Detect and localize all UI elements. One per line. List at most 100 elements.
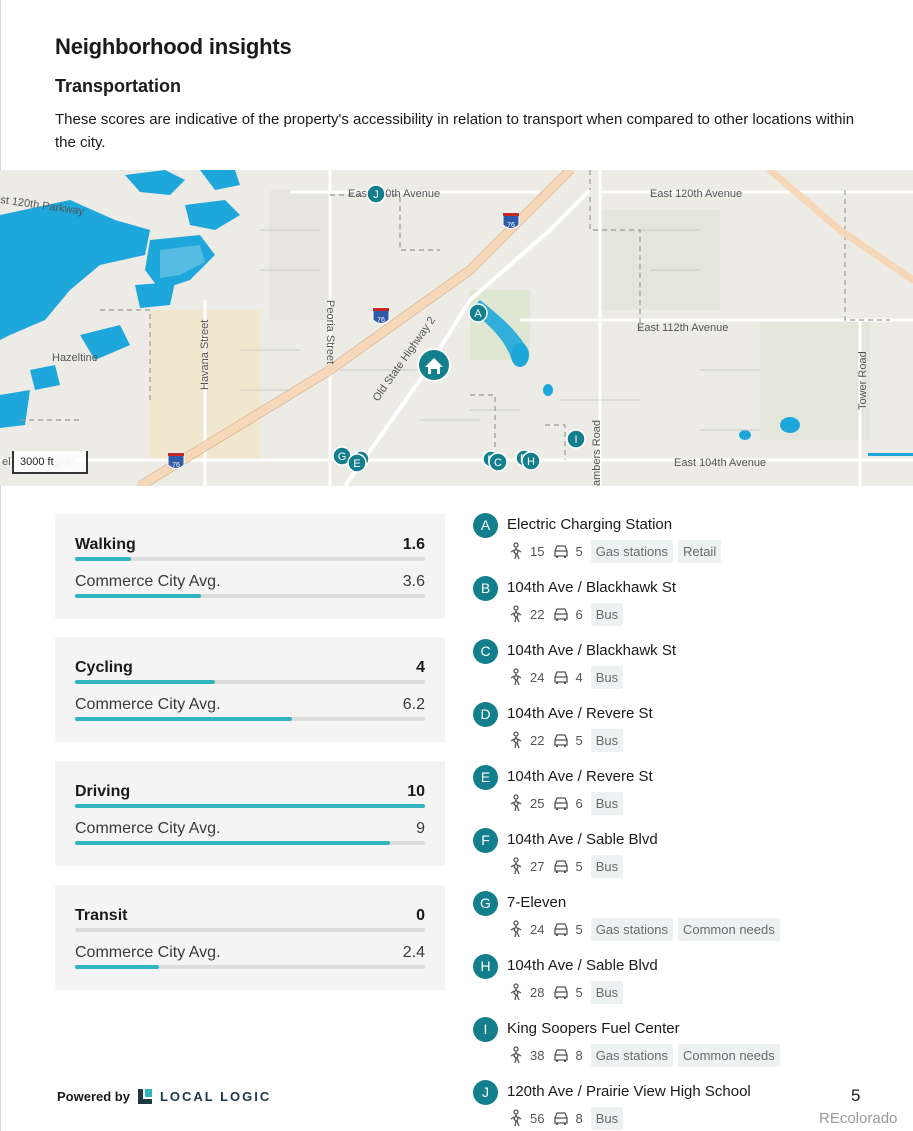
score-label: Driving <box>75 783 131 800</box>
map-label-104th: East 104th Avenue <box>674 457 766 469</box>
map-label-hazeltine: Hazeltine <box>52 352 98 364</box>
walk-icon <box>510 668 522 686</box>
poi-item-a[interactable]: A Electric Charging Station 15 5 Gas station… <box>473 513 873 573</box>
poi-name: 104th Ave / Sable Blvd <box>507 831 658 848</box>
score-bar <box>75 804 425 808</box>
svg-text:I: I <box>574 434 577 446</box>
avg-value: 2.4 <box>402 944 425 961</box>
poi-name: 120th Ave / Prairie View High School <box>507 1083 751 1100</box>
poi-tag: Retail <box>677 539 722 563</box>
interstate-shield-label: 76 <box>377 317 385 324</box>
map-marker-j[interactable]: J <box>366 184 386 204</box>
walk-icon <box>510 857 522 875</box>
avg-row: Commerce City Avg. 9 <box>75 820 425 840</box>
poi-tag: Bus <box>590 665 624 689</box>
map-marker-a[interactable]: A <box>468 303 488 323</box>
walk-minutes: 22 <box>530 732 545 748</box>
poi-letter-badge: F <box>473 828 498 853</box>
car-icon <box>554 797 569 810</box>
poi-item-g[interactable]: G 7-Eleven 24 5 Gas stations Common needs <box>473 891 873 951</box>
poi-name: 104th Ave / Revere St <box>507 705 653 722</box>
home-marker[interactable] <box>417 348 451 382</box>
walk-icon <box>510 794 522 812</box>
map-marker-e[interactable]: E <box>347 453 367 473</box>
poi-name: 7-Eleven <box>507 894 567 911</box>
walk-icon <box>510 605 522 623</box>
score-row: Walking 1.6 <box>75 536 425 556</box>
avg-bar <box>75 965 425 969</box>
poi-item-f[interactable]: F 104th Ave / Sable Blvd 27 5 Bus <box>473 828 873 888</box>
poi-item-e[interactable]: E 104th Ave / Revere St 25 6 Bus <box>473 765 873 825</box>
poi-meta: 24 5 Gas stations Common needs <box>507 917 785 941</box>
map-marker-i[interactable]: I <box>566 429 586 449</box>
avg-label: Commerce City Avg. <box>75 944 221 961</box>
local-logic-brand: LOCAL LOGIC <box>159 1088 272 1104</box>
score-value: 0 <box>416 907 425 924</box>
avg-bar-fill <box>75 841 390 845</box>
poi-letter-badge: B <box>473 576 498 601</box>
avg-row: Commerce City Avg. 3.6 <box>75 573 425 593</box>
avg-value: 6.2 <box>402 696 425 713</box>
poi-letter-badge: H <box>473 954 498 979</box>
walk-minutes: 24 <box>530 921 545 937</box>
avg-label: Commerce City Avg. <box>75 573 221 590</box>
poi-tag: Bus <box>590 728 624 752</box>
walk-icon <box>510 542 522 560</box>
poi-letter-badge: C <box>473 639 498 664</box>
map-label-112th: East 112th Avenue <box>637 322 728 334</box>
neighborhood-map[interactable]: 76 76 76 st 120th Parkway East 120th Ave… <box>0 170 913 486</box>
score-bar-fill <box>75 804 425 808</box>
walk-minutes: 28 <box>530 984 545 1000</box>
poi-tag: Bus <box>590 980 624 1004</box>
map-label-havana: Havana Street <box>199 320 211 390</box>
map-label-tower: Tower Road <box>857 351 869 410</box>
poi-item-i[interactable]: I King Soopers Fuel Center 38 8 Gas stations… <box>473 1017 873 1077</box>
poi-name: 104th Ave / Blackhawk St <box>507 642 676 659</box>
map-label-peoria: Peoria Street <box>324 300 336 364</box>
svg-text:E: E <box>353 458 360 470</box>
map-label-120th-west: East 120th Avenue <box>348 188 440 200</box>
poi-tag: Bus <box>590 854 624 878</box>
poi-item-c[interactable]: C 104th Ave / Blackhawk St 24 4 Bus <box>473 639 873 699</box>
svg-text:C: C <box>494 457 502 469</box>
poi-letter-badge: I <box>473 1017 498 1042</box>
walk-icon <box>510 731 522 749</box>
poi-item-j[interactable]: J 120th Ave / Prairie View High School 56 8… <box>473 1080 873 1131</box>
score-bar-fill <box>75 557 131 561</box>
score-bar-fill <box>75 680 215 684</box>
score-bar <box>75 557 425 561</box>
poi-meta: 22 6 Bus <box>507 602 628 626</box>
map-marker-h[interactable]: H <box>521 451 541 471</box>
walk-icon <box>510 1046 522 1064</box>
map-label-chambers: ambers Road <box>591 420 603 486</box>
avg-bar-fill <box>75 594 201 598</box>
powered-by[interactable]: Powered by LOCAL LOGIC <box>57 1087 271 1105</box>
walk-minutes: 56 <box>530 1110 545 1126</box>
drive-minutes: 8 <box>575 1047 583 1063</box>
svg-text:H: H <box>527 456 535 468</box>
watermark: REcolorado <box>819 1110 898 1127</box>
poi-item-b[interactable]: B 104th Ave / Blackhawk St 22 6 Bus <box>473 576 873 636</box>
interstate-shield-label: 76 <box>172 462 180 469</box>
walk-minutes: 24 <box>530 669 545 685</box>
car-icon <box>554 986 569 999</box>
score-card-driving: Driving 10 Commerce City Avg. 9 <box>55 761 445 866</box>
poi-tag: Gas stations <box>590 917 673 941</box>
poi-meta: 56 8 Bus <box>507 1106 628 1130</box>
poi-meta: 25 6 Bus <box>507 791 628 815</box>
avg-value: 3.6 <box>402 573 425 590</box>
car-icon <box>554 860 569 873</box>
avg-bar-fill <box>75 717 292 721</box>
drive-minutes: 5 <box>575 858 583 874</box>
score-value: 4 <box>416 659 425 676</box>
poi-item-h[interactable]: H 104th Ave / Sable Blvd 28 5 Bus <box>473 954 873 1014</box>
map-marker-c[interactable]: C <box>488 452 508 472</box>
walk-icon <box>510 983 522 1001</box>
avg-bar <box>75 594 425 598</box>
score-value: 10 <box>407 783 425 800</box>
avg-bar-fill <box>75 965 159 969</box>
poi-name: King Soopers Fuel Center <box>507 1020 680 1037</box>
poi-item-d[interactable]: D 104th Ave / Revere St 22 5 Bus <box>473 702 873 762</box>
interstate-shield-label: 76 <box>507 222 515 229</box>
poi-name: 104th Ave / Sable Blvd <box>507 957 658 974</box>
